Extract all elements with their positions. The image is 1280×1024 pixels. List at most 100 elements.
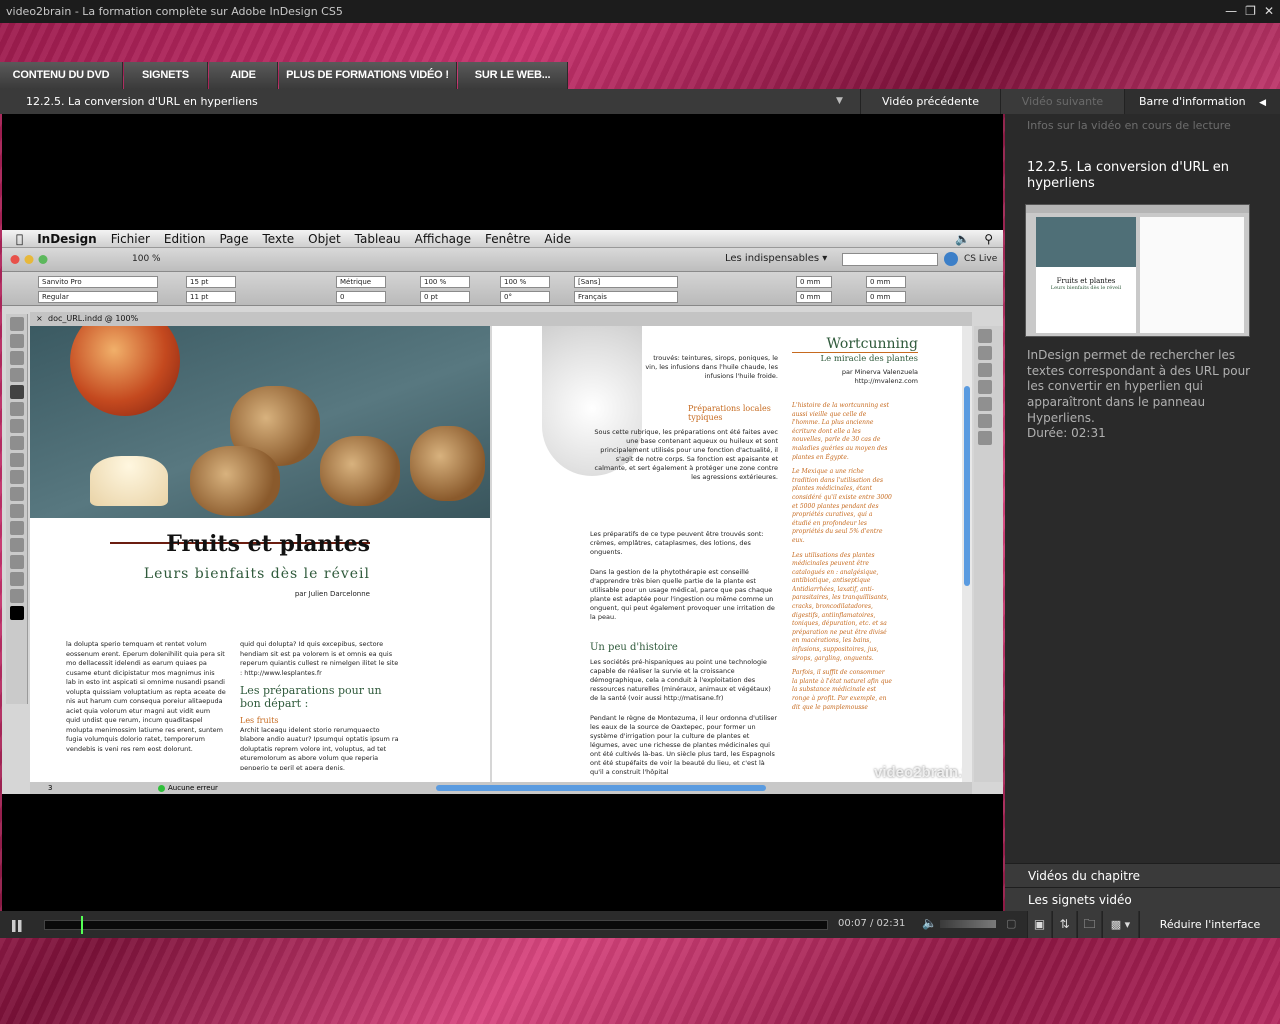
text-wrap-panel-icon[interactable]	[978, 414, 992, 428]
hand-tool-icon[interactable]	[10, 572, 24, 586]
preparations-heading: Préparations locales typiques	[688, 404, 771, 422]
menu-edition[interactable]: Edition	[157, 232, 213, 246]
font-size-field[interactable]: 15 pt	[186, 276, 236, 288]
volume-icon[interactable]: 🔈	[922, 916, 937, 930]
gap-tool-icon[interactable]	[10, 368, 24, 382]
pause-icon[interactable]	[10, 918, 24, 932]
tab-signets[interactable]: SIGNETS	[124, 62, 208, 89]
type-tool-icon[interactable]	[10, 385, 24, 399]
horizontal-scroll-thumb[interactable]	[436, 785, 766, 791]
walnut-image	[190, 446, 280, 516]
space-after-field[interactable]: 0 mm	[866, 291, 906, 303]
menu-indesign[interactable]: InDesign	[30, 232, 104, 246]
vertical-scroll-thumb[interactable]	[964, 386, 970, 586]
ellipse-tool-icon[interactable]	[10, 470, 24, 484]
thumbnail-right-page	[1140, 217, 1244, 333]
font-style-field[interactable]: Regular	[38, 291, 158, 303]
folder-icon[interactable]: 🗀	[1077, 911, 1101, 938]
zoom-level[interactable]: 100 %	[132, 254, 161, 264]
fill-stroke-icon[interactable]	[10, 606, 24, 620]
menu-affichage[interactable]: Affichage	[408, 232, 478, 246]
right-indent-field[interactable]: 0 mm	[796, 291, 832, 303]
selection-tool-icon[interactable]	[10, 317, 24, 331]
restore-icon[interactable]: ❐	[1245, 0, 1256, 23]
next-video-button[interactable]: Vidéo suivante	[1000, 89, 1124, 114]
tab-sur-le-web[interactable]: SUR LE WEB...	[458, 62, 568, 89]
tab-aide[interactable]: AIDE	[209, 62, 278, 89]
menu-objet[interactable]: Objet	[301, 232, 347, 246]
menu-page[interactable]: Page	[212, 232, 255, 246]
display-mode-icon[interactable]: ▩ ▾	[1102, 911, 1138, 938]
leading-field[interactable]: 11 pt	[186, 291, 236, 303]
bookmarks-button[interactable]: Les signets vidéo	[1005, 887, 1280, 911]
horizontal-scale-field[interactable]: 100 %	[500, 276, 550, 288]
thumbnail-left-page: Fruits et plantes Leurs bienfaits dès le…	[1036, 217, 1136, 333]
pen-tool-icon[interactable]	[10, 419, 24, 433]
chapter-select[interactable]: 12.2.5. La conversion d'URL en hyperlien…	[26, 89, 258, 114]
hyperlinks-panel-icon[interactable]	[978, 431, 992, 445]
gradient-tool-icon[interactable]	[10, 521, 24, 535]
page-number[interactable]: 3	[48, 782, 52, 794]
space-before-field[interactable]: 0 mm	[866, 276, 906, 288]
menu-texte[interactable]: Texte	[256, 232, 302, 246]
note-tool-icon[interactable]	[10, 538, 24, 552]
video-player[interactable]:  InDesign Fichier Edition Page Texte Ob…	[2, 114, 1003, 911]
fit-window-icon[interactable]: ▣	[1027, 911, 1051, 938]
baseline-shift-field[interactable]: 0 pt	[420, 291, 470, 303]
font-family-field[interactable]: Sanvito Pro	[38, 276, 158, 288]
wortcunning-title: Wortcunning	[792, 336, 918, 353]
eyedropper-tool-icon[interactable]	[10, 555, 24, 569]
chevron-down-icon[interactable]: ▼	[836, 89, 843, 114]
direct-selection-tool-icon[interactable]	[10, 334, 24, 348]
menu-fenetre[interactable]: Fenêtre	[478, 232, 537, 246]
language-field[interactable]: Français	[574, 291, 678, 303]
seek-bar[interactable]	[44, 916, 828, 934]
layers-panel-icon[interactable]	[978, 346, 992, 360]
indesign-screenshot:  InDesign Fichier Edition Page Texte Ob…	[2, 230, 1003, 794]
character-style-field[interactable]: [Sans]	[574, 276, 678, 288]
seek-position[interactable]	[81, 916, 83, 934]
search-field[interactable]	[842, 253, 938, 266]
tracking-field[interactable]: 0	[336, 291, 386, 303]
rectangle-frame-tool-icon[interactable]	[10, 453, 24, 467]
vertical-scale-field[interactable]: 100 %	[420, 276, 470, 288]
reduce-interface-button[interactable]: Réduire l'interface	[1139, 911, 1280, 938]
document-tab[interactable]: × doc_URL.indd @ 100%	[30, 312, 972, 326]
tab-plus-formations[interactable]: PLUS DE FORMATIONS VIDÉO !	[279, 62, 457, 89]
swatches-panel-icon[interactable]	[978, 397, 992, 411]
previous-video-button[interactable]: Vidéo précédente	[860, 89, 1000, 114]
minimize-icon[interactable]: —	[1225, 0, 1237, 23]
preflight-status[interactable]: Aucune erreur	[168, 782, 218, 794]
candle-image	[90, 456, 168, 506]
left-page[interactable]: Fruits et plantes Leurs bienfaits dès le…	[30, 326, 490, 782]
menu-tableau[interactable]: Tableau	[348, 232, 408, 246]
thumbnail-subtitle: Leurs bienfaits dès le réveil	[1050, 285, 1122, 291]
left-indent-field[interactable]: 0 mm	[796, 276, 832, 288]
kerning-field[interactable]: Métrique	[336, 276, 386, 288]
scissors-tool-icon[interactable]	[10, 487, 24, 501]
subtitles-icon[interactable]: ▢	[1006, 917, 1016, 930]
menu-aide[interactable]: Aide	[537, 232, 578, 246]
cs-live-button[interactable]: CS Live	[964, 254, 997, 264]
free-transform-tool-icon[interactable]	[10, 504, 24, 518]
wortcunning-url[interactable]: http://mvalenz.com	[792, 377, 918, 385]
chapter-videos-button[interactable]: Vidéos du chapitre	[1005, 863, 1280, 887]
sort-icon[interactable]: ⇅	[1052, 911, 1076, 938]
menu-fichier[interactable]: Fichier	[104, 232, 157, 246]
right-page[interactable]: trouvés: teintures, sirops, poniques, le…	[492, 326, 972, 782]
stroke-panel-icon[interactable]	[978, 380, 992, 394]
tab-contenu-dvd[interactable]: CONTENU DU DVD	[0, 62, 123, 89]
info-bar-toggle[interactable]: Barre d'information ◀	[1124, 89, 1280, 114]
links-panel-icon[interactable]	[978, 363, 992, 377]
close-icon[interactable]: ×	[36, 312, 43, 326]
workspace-switcher[interactable]: Les indispensables ▾	[725, 253, 827, 264]
skew-field[interactable]: 0°	[500, 291, 550, 303]
pencil-tool-icon[interactable]	[10, 436, 24, 450]
zoom-tool-icon[interactable]	[10, 589, 24, 603]
vertical-scrollbar[interactable]	[962, 326, 972, 782]
line-tool-icon[interactable]	[10, 402, 24, 416]
page-tool-icon[interactable]	[10, 351, 24, 365]
pages-panel-icon[interactable]	[978, 329, 992, 343]
volume-slider[interactable]	[940, 920, 996, 928]
close-icon[interactable]: ✕	[1264, 0, 1274, 23]
